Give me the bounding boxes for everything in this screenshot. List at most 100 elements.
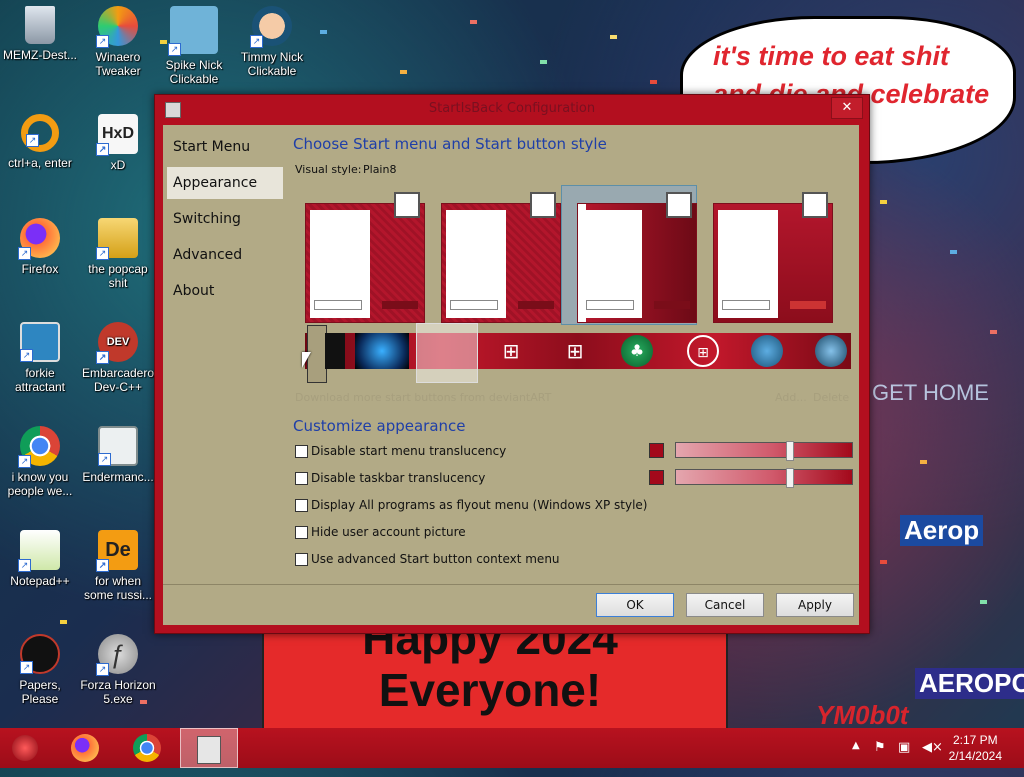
desktop-icon-label: Spike Nick Clickable: [165, 58, 223, 86]
checkbox-label: Hide user account picture: [311, 525, 466, 539]
desktop-icon-label: xD: [110, 158, 126, 172]
slider-thumb[interactable]: [786, 468, 794, 488]
checkbox-label: Disable start menu translucency: [311, 444, 507, 458]
desktop-icon-firefox[interactable]: ↗ Firefox: [2, 218, 78, 276]
user-avatar-icon: [802, 192, 828, 218]
desktop-icon-label: MEMZ-Dest...: [3, 48, 77, 62]
taskbar: ▲ ⚑ ▣ ◀× 2:17 PM 2/14/2024: [0, 728, 1024, 768]
mouse-cursor-icon: [302, 352, 311, 368]
desktop-icon-label: Endermanc...: [82, 470, 154, 484]
checkbox[interactable]: [295, 472, 308, 485]
windows-logo-icon[interactable]: ⊞: [495, 335, 527, 367]
clock-time: 2:17 PM: [952, 733, 998, 747]
vista-orb-icon[interactable]: [751, 335, 783, 367]
windows-logo-icon[interactable]: ⊞: [559, 335, 591, 367]
desktop-icon-winaero[interactable]: ↗ Winaero Tweaker: [80, 6, 156, 78]
desktop-icon-label: for when some russi...: [83, 574, 152, 602]
sidebar-item-advanced[interactable]: Advanced: [167, 239, 283, 271]
taskbar-startisback[interactable]: [180, 728, 238, 768]
apply-button[interactable]: Apply: [776, 593, 854, 617]
folder-icon: ↗: [96, 218, 138, 260]
desktop-icon-papers[interactable]: ↗ Papers, Please: [2, 634, 78, 706]
desktop-icon-spike[interactable]: ↗ Spike Nick Clickable: [156, 6, 232, 86]
checkbox[interactable]: [295, 499, 308, 512]
desktop-icon-timmy[interactable]: ↗ Timmy Nick Clickable: [234, 6, 310, 78]
style-preview-3[interactable]: [577, 192, 697, 323]
de-icon: De ↗: [96, 530, 138, 572]
sidebar-item-switching[interactable]: Switching: [167, 203, 283, 235]
taskbar-firefox[interactable]: [62, 728, 108, 768]
style-preview-2[interactable]: [441, 192, 561, 323]
config-app-icon: [197, 736, 221, 764]
taskbar-translucency-slider[interactable]: [675, 468, 853, 488]
clock[interactable]: 2:17 PM 2/14/2024: [949, 732, 1002, 764]
clover-orb-icon[interactable]: ♣: [621, 335, 653, 367]
desktop-icon-chrome[interactable]: ↗ i know you people we...: [2, 426, 78, 498]
desktop-icon-label: forkie attractant: [14, 366, 66, 394]
checkbox-label: Display All programs as flyout menu (Win…: [311, 498, 648, 512]
taskbar-chrome[interactable]: [124, 728, 170, 768]
checkbox[interactable]: [295, 553, 308, 566]
checkbox[interactable]: [295, 445, 308, 458]
start-button-option-1[interactable]: [325, 333, 345, 369]
sidebar-item-start-menu[interactable]: Start Menu: [167, 131, 283, 163]
slider-thumb[interactable]: [786, 441, 794, 461]
desktop-icon-label: i know you people we...: [7, 470, 73, 498]
flag-icon[interactable]: ⚑: [874, 740, 886, 755]
desktop-icon-memz[interactable]: MEMZ-Dest...: [2, 6, 78, 62]
ok-button[interactable]: OK: [596, 593, 674, 617]
start-button-option-2[interactable]: [355, 333, 409, 369]
desktop-icon-notepadpp[interactable]: ↗ Notepad++: [2, 530, 78, 588]
start-button[interactable]: [2, 728, 48, 768]
footer-divider: [163, 584, 859, 585]
section-heading-customize: Customize appearance: [293, 417, 466, 435]
windows-orb-icon[interactable]: ⊞: [687, 335, 719, 367]
ring-icon: ↗: [21, 114, 59, 152]
start-button-option-3-selected[interactable]: [416, 323, 478, 383]
firefox-icon: [71, 734, 99, 762]
show-hidden-icons[interactable]: ▲: [852, 740, 860, 751]
sidebar-item-about[interactable]: About: [167, 275, 283, 307]
desktop-icon-label: Embarcadero Dev-C++: [81, 366, 155, 394]
config-window: StartIsBack Configuration ✕ Start Menu A…: [154, 94, 870, 634]
taskbar-color-swatch[interactable]: [649, 470, 664, 485]
window-title: StartIsBack Configuration: [428, 101, 596, 116]
desktop-icon-label: Forza Horizon 5.exe: [80, 678, 156, 706]
style-preview-1[interactable]: [305, 192, 425, 323]
title-bar[interactable]: StartIsBack Configuration ✕: [155, 95, 869, 123]
user-avatar-icon: [530, 192, 556, 218]
network-icon[interactable]: ▣: [898, 740, 910, 755]
desktop-icon-label: Firefox: [21, 262, 59, 276]
delete-link[interactable]: Delete: [813, 391, 849, 404]
section-heading-style: Choose Start menu and Start button style: [293, 135, 607, 153]
visual-style-value: Plain8: [363, 163, 397, 176]
desktop-icon-forkie[interactable]: ↗ forkie attractant: [2, 322, 78, 394]
style-preview-4[interactable]: [713, 192, 833, 323]
timmy-icon: ↗: [250, 6, 292, 48]
desktop-icon-popcap[interactable]: ↗ the popcap shit: [80, 218, 156, 290]
add-link[interactable]: Add...: [775, 391, 807, 404]
cancel-button[interactable]: Cancel: [686, 593, 764, 617]
desktop-icon-ctrl-a[interactable]: ↗ ctrl+a, enter: [2, 114, 78, 170]
close-button[interactable]: ✕: [831, 97, 863, 119]
visual-style-label: Visual style:: [295, 163, 362, 176]
window-icon: ↗: [98, 426, 138, 466]
win7-orb-icon[interactable]: [815, 335, 847, 367]
desktop-icon-label: ctrl+a, enter: [8, 156, 72, 170]
desktop-icon-endermanch[interactable]: ↗ Endermanc...: [80, 426, 156, 484]
sidebar-item-appearance[interactable]: Appearance: [167, 167, 283, 199]
start-translucency-slider[interactable]: [675, 441, 853, 461]
desktop-icon-devcpp[interactable]: DEV ↗ Embarcadero Dev-C++: [80, 322, 156, 394]
checkbox[interactable]: [295, 526, 308, 539]
desktop-icon-forza[interactable]: ƒ ↗ Forza Horizon 5.exe: [80, 634, 156, 706]
papers-icon: ↗: [20, 634, 60, 674]
start-color-swatch[interactable]: [649, 443, 664, 458]
chrome-icon: ↗: [18, 426, 60, 468]
download-more-link[interactable]: Download more start buttons from deviant…: [295, 391, 551, 404]
volume-muted-icon[interactable]: ◀×: [922, 740, 943, 755]
city-sign-2: Aerop: [900, 515, 984, 546]
desktop-icon-xd[interactable]: HxD ↗ xD: [80, 114, 156, 172]
start-orb-icon: [12, 735, 38, 761]
desktop-icon-russian[interactable]: De ↗ for when some russi...: [80, 530, 156, 602]
winaero-icon: ↗: [96, 6, 138, 48]
